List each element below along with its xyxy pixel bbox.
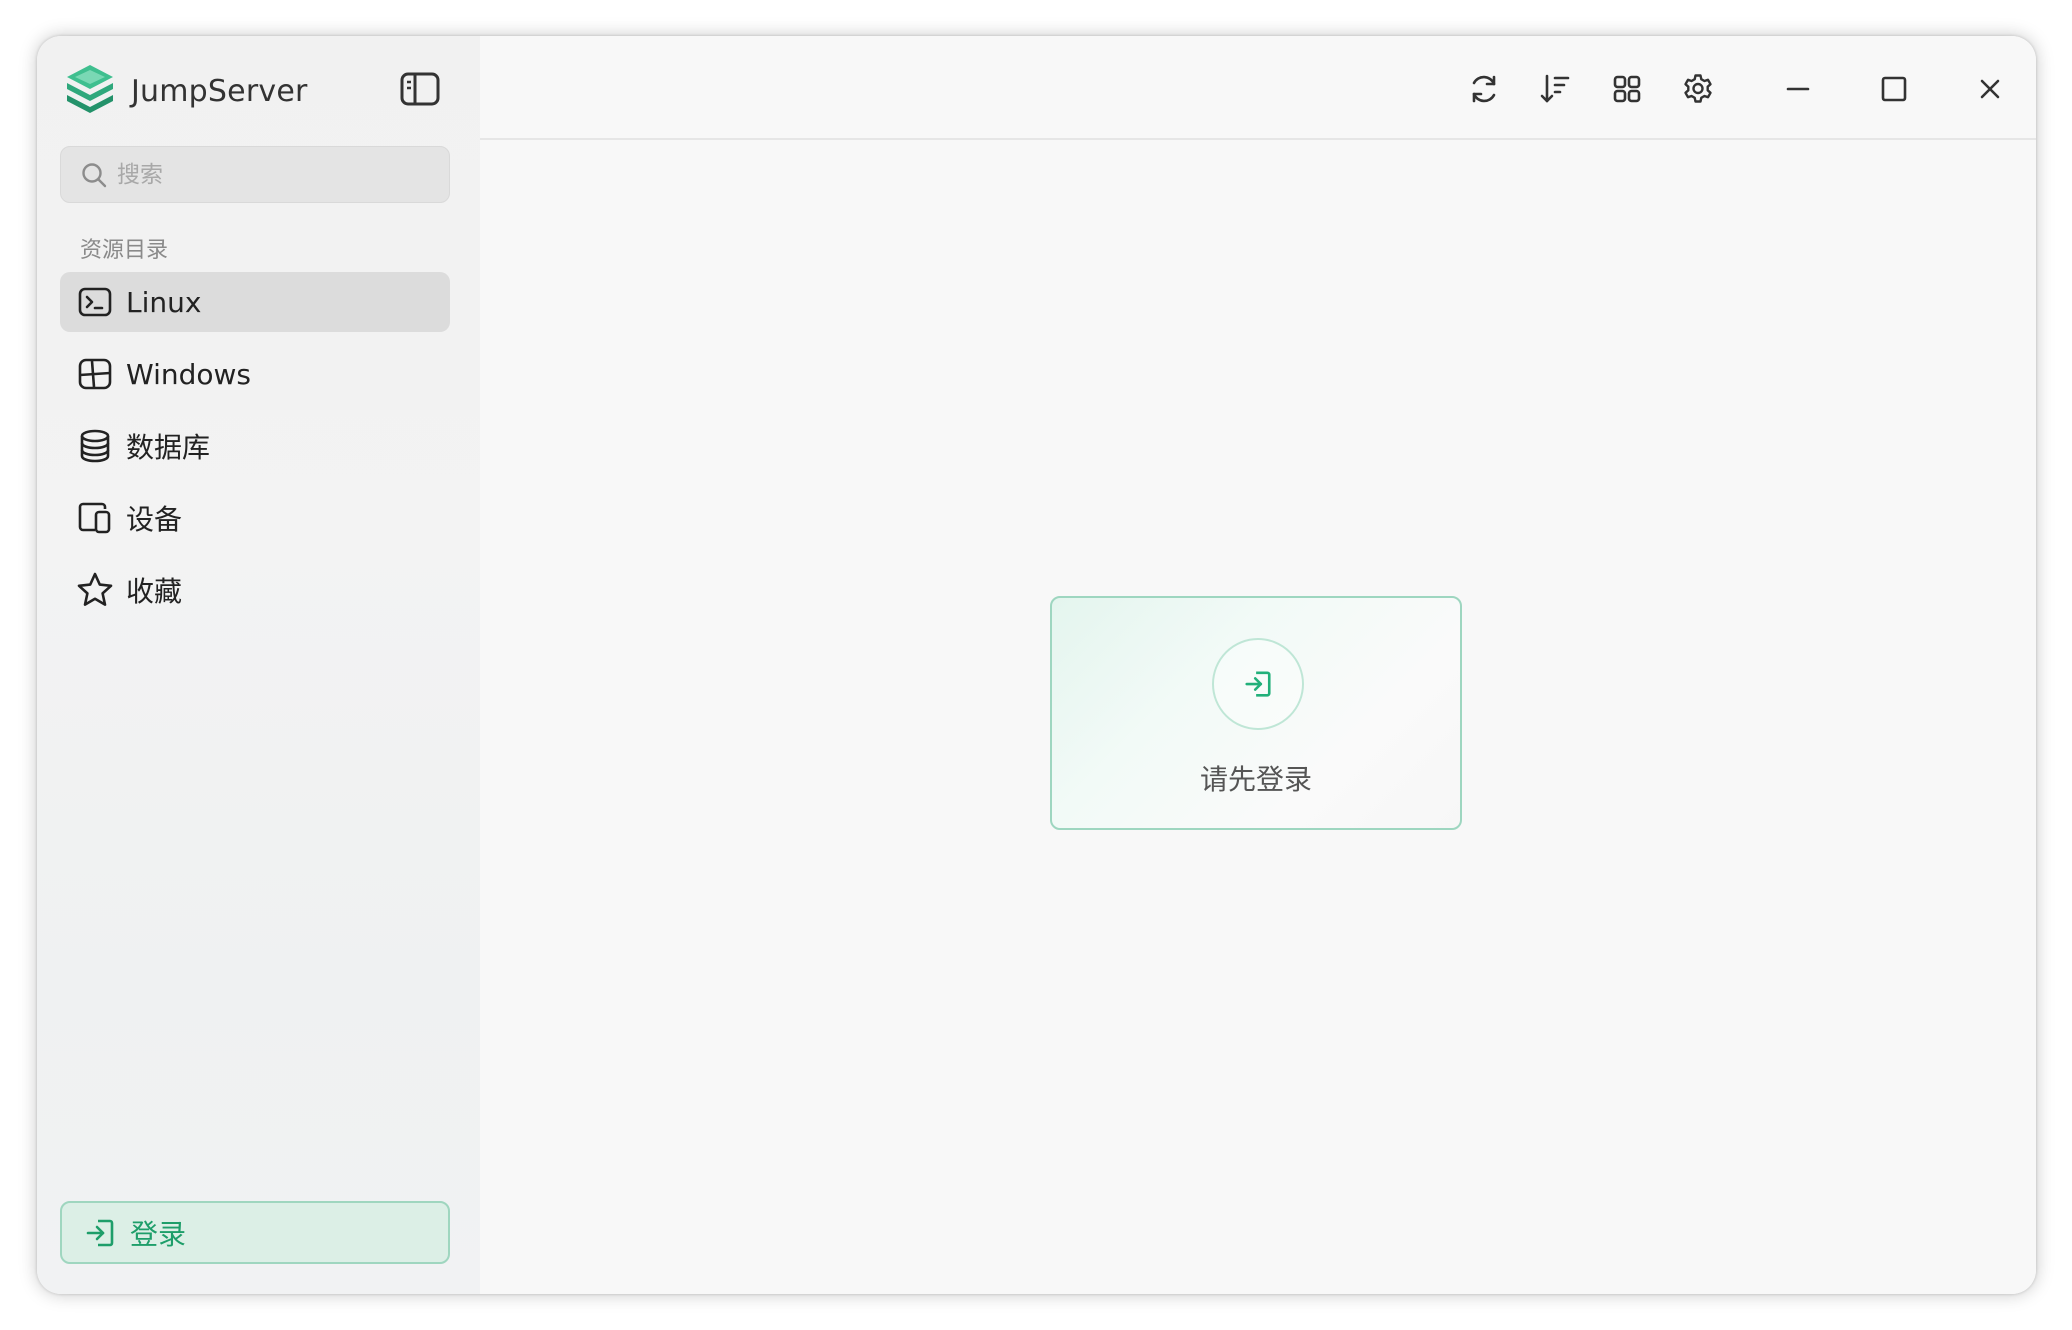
sidebar-item-label: Windows [126, 357, 251, 391]
login-prompt-text: 请先登录 [1199, 763, 1312, 796]
grid-icon [1613, 75, 1641, 103]
maximize-button[interactable] [1873, 68, 1915, 110]
terminal-icon [76, 283, 114, 321]
star-icon [76, 571, 114, 609]
login-prompt-badge [1212, 638, 1304, 730]
sidebar-toggle-icon [400, 72, 440, 106]
toolbar [480, 36, 2036, 140]
maximize-icon [1881, 76, 1907, 102]
settings-button[interactable] [1677, 68, 1719, 110]
login-prompt-card[interactable]: 请先登录 [1050, 596, 1462, 830]
minimize-icon [1786, 87, 1810, 91]
search-box [60, 146, 450, 203]
minimize-button[interactable] [1777, 68, 1819, 110]
sidebar-item-label: 设备 [126, 503, 183, 536]
jumpserver-logo-icon [67, 65, 113, 113]
windows-icon [76, 355, 114, 393]
brand: JumpServer [63, 62, 308, 120]
sidebar-item-favorites[interactable]: 收藏 [60, 560, 450, 620]
search-icon [82, 162, 107, 187]
search-input[interactable] [117, 161, 437, 188]
refresh-icon [1472, 75, 1496, 103]
refresh-button[interactable] [1463, 68, 1505, 110]
close-button[interactable] [1969, 68, 2011, 110]
sidebar-item-linux[interactable]: Linux [60, 272, 450, 332]
login-icon [86, 1219, 114, 1246]
sort-icon [1540, 74, 1570, 103]
sort-button[interactable] [1534, 68, 1576, 110]
sidebar: JumpServer 资源目录 [37, 36, 480, 1294]
app-name: JumpServer [131, 73, 308, 109]
database-icon [76, 427, 114, 465]
main-area: 请先登录 [480, 36, 2036, 1294]
section-title-resources: 资源目录 [80, 238, 169, 263]
login-button-label: 登录 [130, 1217, 187, 1251]
gear-icon [1684, 74, 1712, 103]
app-window: JumpServer 资源目录 [37, 36, 2036, 1294]
close-icon [1980, 79, 2000, 99]
sidebar-toggle-button[interactable] [399, 70, 441, 108]
device-icon [76, 499, 114, 537]
sidebar-item-label: 数据库 [126, 431, 211, 464]
sidebar-item-database[interactable]: 数据库 [60, 416, 450, 476]
sidebar-item-label: 收藏 [126, 575, 183, 608]
resource-nav: Linux Windows 数据库 设备 收藏 [60, 272, 450, 632]
login-icon [1245, 671, 1271, 697]
sidebar-item-windows[interactable]: Windows [60, 344, 450, 404]
login-button[interactable]: 登录 [60, 1201, 450, 1264]
grid-view-button[interactable] [1606, 68, 1648, 110]
sidebar-item-label: Linux [126, 285, 202, 319]
sidebar-item-device[interactable]: 设备 [60, 488, 450, 548]
